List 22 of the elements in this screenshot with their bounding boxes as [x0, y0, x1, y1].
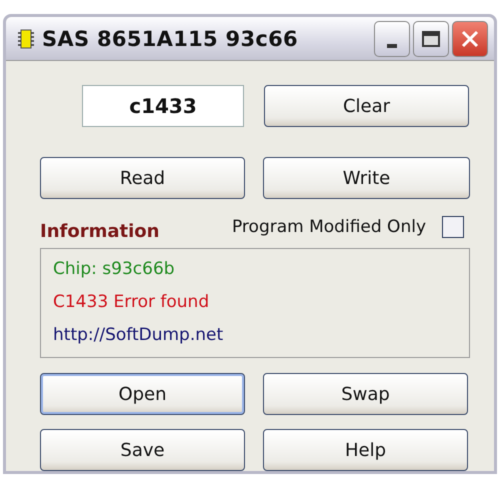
- close-icon: [461, 30, 479, 48]
- minimize-icon: [387, 44, 397, 48]
- info-line: Chip: s93c66b: [53, 258, 176, 281]
- code-field[interactable]: c1433: [82, 85, 244, 127]
- action-button[interactable]: Open: [40, 373, 245, 415]
- action-button[interactable]: Help: [263, 429, 468, 471]
- checkbox-label: Program Modified Only: [232, 216, 426, 236]
- window-title: SAS 8651A115 93c66: [42, 26, 298, 50]
- minimize-button[interactable]: [374, 20, 410, 56]
- info-line: http://SoftDump.net: [53, 324, 224, 347]
- action-button[interactable]: Write: [263, 157, 470, 199]
- checkbox[interactable]: [442, 216, 464, 238]
- close-button[interactable]: [452, 20, 488, 56]
- action-button[interactable]: Swap: [263, 373, 468, 415]
- chip-icon: [18, 28, 34, 48]
- maximize-button[interactable]: [413, 20, 449, 56]
- section-label: Information: [40, 221, 160, 242]
- action-button[interactable]: Save: [40, 429, 245, 471]
- info-line: C1433 Error found: [53, 291, 210, 314]
- clear-button[interactable]: Clear: [264, 85, 469, 127]
- maximize-icon: [422, 30, 440, 46]
- action-button[interactable]: Read: [40, 157, 245, 199]
